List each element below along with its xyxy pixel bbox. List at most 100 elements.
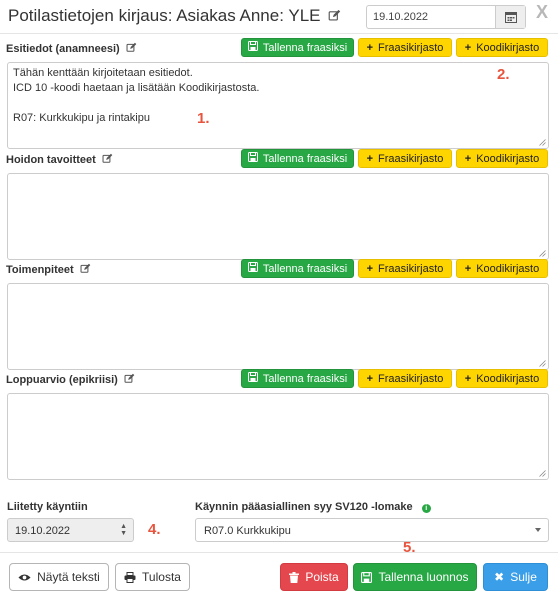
section-esitiedot: Esitiedot (anamneesi) Tallenna fraasiksi…: [0, 38, 558, 152]
plus-icon: +: [464, 152, 472, 165]
code-library-button[interactable]: + Koodikirjasto: [456, 149, 548, 168]
section-label-text: Esitiedot (anamneesi): [6, 43, 120, 55]
section-label: Hoidon tavoitteet: [6, 153, 113, 167]
section-loppuarvio: Loppuarvio (epikriisi) Tallenna fraasiks…: [0, 369, 558, 483]
floppy-icon: [361, 571, 373, 583]
calendar-icon[interactable]: [495, 6, 525, 28]
save-phrase-label: Tallenna fraasiksi: [262, 152, 348, 165]
info-icon[interactable]: i: [421, 504, 431, 513]
print-icon: [124, 571, 136, 583]
x-icon: ✖: [494, 570, 505, 584]
phrase-library-label: Fraasikirjasto: [378, 152, 444, 165]
save-phrase-label: Tallenna fraasiksi: [262, 41, 348, 54]
code-library-label: Koodikirjasto: [476, 372, 540, 385]
save-draft-button[interactable]: Tallenna luonnos: [353, 563, 477, 591]
visit-select-value: 19.10.2022: [15, 525, 71, 537]
resize-handle[interactable]: [539, 360, 546, 367]
save-draft-label: Tallenna luonnos: [378, 570, 469, 584]
plus-icon: +: [366, 41, 374, 54]
show-text-label: Näytä teksti: [37, 570, 100, 584]
hoidon-tavoitteet-textarea[interactable]: [7, 173, 549, 260]
code-library-button[interactable]: + Koodikirjasto: [456, 259, 548, 278]
stepper-arrows-icon: ▲ ▼: [120, 523, 127, 537]
section-label-text: Toimenpiteet: [6, 264, 74, 276]
floppy-icon: [247, 372, 258, 385]
modal-title: Potilastietojen kirjaus: Asiakas Anne: Y…: [8, 6, 341, 27]
edit-icon[interactable]: [124, 373, 135, 387]
plus-icon: +: [366, 372, 374, 385]
text-line: ICD 10 -koodi haetaan ja lisätään Koodik…: [13, 82, 260, 94]
code-library-button[interactable]: + Koodikirjasto: [456, 38, 548, 57]
plus-icon: +: [464, 372, 472, 385]
save-phrase-label: Tallenna fraasiksi: [262, 262, 348, 275]
trash-icon: [289, 571, 300, 583]
eye-icon: [18, 573, 31, 582]
date-input[interactable]: 19.10.2022: [373, 11, 428, 23]
floppy-icon: [247, 262, 258, 275]
floppy-icon: [247, 41, 258, 54]
section-toimenpiteet: Toimenpiteet Tallenna fraasiksi + Fraasi…: [0, 259, 558, 373]
phrase-library-label: Fraasikirjasto: [378, 372, 444, 385]
save-phrase-button[interactable]: Tallenna fraasiksi: [241, 149, 354, 168]
code-library-label: Koodikirjasto: [476, 152, 540, 165]
reason-label: Käynnin pääasiallinen syy SV120 -lomake …: [195, 501, 431, 513]
reason-select[interactable]: R07.0 Kurkkukipu: [195, 518, 549, 542]
code-library-label: Koodikirjasto: [476, 41, 540, 54]
section-label-text: Loppuarvio (epikriisi): [6, 374, 118, 386]
section-label: Toimenpiteet: [6, 263, 91, 277]
modal-footer: Näytä teksti Tulosta Poista Tallenna luo…: [0, 552, 558, 600]
modal-header: Potilastietojen kirjaus: Asiakas Anne: Y…: [0, 0, 558, 34]
phrase-library-button[interactable]: + Fraasikirjasto: [358, 38, 452, 57]
phrase-library-label: Fraasikirjasto: [378, 41, 444, 54]
annotation-1: 1.: [197, 110, 210, 127]
phrase-library-button[interactable]: + Fraasikirjasto: [358, 149, 452, 168]
phrase-library-button[interactable]: + Fraasikirjasto: [358, 259, 452, 278]
close-label: Sulje: [510, 570, 537, 584]
reason-label-text: Käynnin pääasiallinen syy SV120 -lomake: [195, 501, 413, 513]
print-button[interactable]: Tulosta: [115, 563, 190, 591]
annotation-2: 2.: [497, 66, 510, 83]
phrase-library-label: Fraasikirjasto: [378, 262, 444, 275]
plus-icon: +: [366, 152, 374, 165]
edit-icon[interactable]: [126, 42, 137, 56]
resize-handle[interactable]: [539, 250, 546, 257]
show-text-button[interactable]: Näytä teksti: [9, 563, 109, 591]
esitiedot-textarea[interactable]: Tähän kenttään kirjoitetaan esitiedot. I…: [7, 62, 549, 149]
plus-icon: +: [464, 41, 472, 54]
save-phrase-button[interactable]: Tallenna fraasiksi: [241, 38, 354, 57]
edit-icon[interactable]: [80, 263, 91, 277]
save-phrase-button[interactable]: Tallenna fraasiksi: [241, 259, 354, 278]
code-library-button[interactable]: + Koodikirjasto: [456, 369, 548, 388]
close-button[interactable]: ✖ Sulje: [483, 563, 548, 591]
reason-select-value: R07.0 Kurkkukipu: [204, 525, 291, 537]
edit-icon[interactable]: [328, 7, 341, 27]
toimenpiteet-textarea[interactable]: [7, 283, 549, 370]
delete-label: Poista: [305, 570, 339, 584]
annotation-4: 4.: [148, 521, 161, 538]
resize-handle[interactable]: [539, 470, 546, 477]
section-label: Loppuarvio (epikriisi): [6, 373, 135, 387]
resize-handle[interactable]: [539, 139, 546, 146]
code-library-label: Koodikirjasto: [476, 262, 540, 275]
chevron-down-icon: [535, 528, 541, 532]
section-hoidon-tavoitteet: Hoidon tavoitteet Tallenna fraasiksi + F…: [0, 149, 558, 263]
text-line: R07: Kurkkukipu ja rintakipu: [13, 112, 150, 124]
save-phrase-label: Tallenna fraasiksi: [262, 372, 348, 385]
date-picker[interactable]: 19.10.2022: [366, 5, 526, 29]
visit-label: Liitetty käyntiin: [7, 501, 88, 513]
save-phrase-button[interactable]: Tallenna fraasiksi: [241, 369, 354, 388]
phrase-library-button[interactable]: + Fraasikirjasto: [358, 369, 452, 388]
delete-button[interactable]: Poista: [280, 563, 348, 591]
plus-icon: +: [366, 262, 374, 275]
loppuarvio-textarea[interactable]: [7, 393, 549, 480]
close-icon[interactable]: X: [536, 2, 548, 23]
floppy-icon: [247, 152, 258, 165]
section-label: Esitiedot (anamneesi): [6, 42, 137, 56]
visit-select[interactable]: 19.10.2022 ▲ ▼: [7, 518, 134, 542]
edit-icon[interactable]: [102, 153, 113, 167]
text-line: [13, 96, 543, 111]
print-label: Tulosta: [142, 570, 181, 584]
section-label-text: Hoidon tavoitteet: [6, 154, 96, 166]
text-line: Tähän kenttään kirjoitetaan esitiedot.: [13, 67, 193, 79]
modal-title-text: Potilastietojen kirjaus: Asiakas Anne: Y…: [8, 6, 321, 25]
